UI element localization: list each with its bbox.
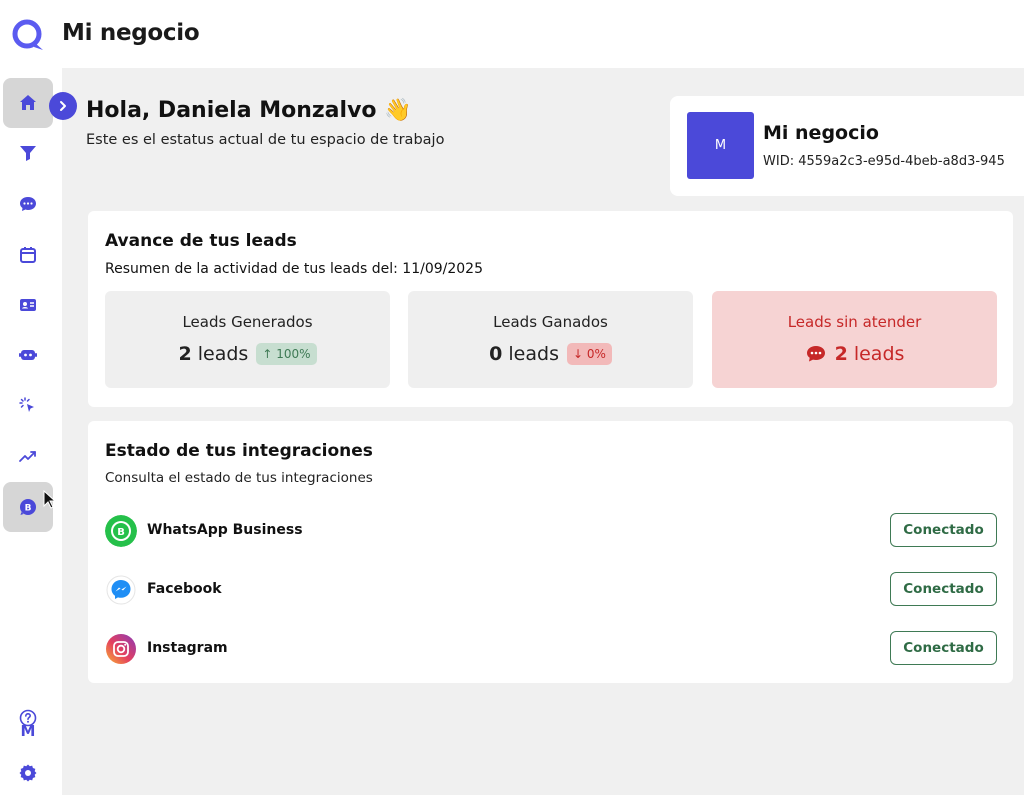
leads-card-title: Avance de tus leads [105, 231, 297, 251]
leads-progress-card: Avance de tus leads Resumen de la activi… [88, 211, 1013, 407]
greeting-title: Hola, Daniela Monzalvo 👋 [86, 98, 412, 123]
trend-icon [19, 451, 36, 462]
sidebar-item-automations[interactable] [3, 381, 53, 431]
click-icon [19, 397, 34, 412]
connected-button[interactable]: Conectado [890, 572, 997, 606]
integrations-card-title: Estado de tus integraciones [105, 441, 373, 461]
integration-name: Instagram [147, 640, 228, 656]
connected-button[interactable]: Conectado [890, 631, 997, 665]
trend-down-badge: ↓ 0% [566, 343, 612, 365]
trend-up-badge: ↑ 100% [256, 343, 317, 365]
bot-icon [19, 350, 37, 360]
integration-name: WhatsApp Business [147, 522, 303, 538]
top-bar: Mi negocio [0, 0, 1024, 68]
stat-leads-won: Leads Ganados 0 leads ↓ 0% [408, 291, 693, 388]
stat-label: Leads sin atender [787, 313, 922, 331]
business-wid: WID: 4559a2c3-e95d-4beb-a8d3-945 [763, 154, 1005, 169]
sidebar: B M [0, 68, 60, 795]
sidebar-expand-button[interactable] [49, 92, 77, 120]
integration-name: Facebook [147, 581, 222, 597]
sidebar-item-contacts[interactable] [3, 280, 53, 330]
sidebar-item-calendar[interactable] [3, 230, 53, 280]
leads-card-subtitle: Resumen de la actividad de tus leads del… [105, 261, 483, 277]
app-logo-icon[interactable] [10, 18, 46, 52]
integration-row-facebook: Facebook Conectado [105, 572, 997, 608]
stat-label: Leads Ganados [493, 313, 608, 331]
business-avatar: M [687, 112, 754, 179]
sidebar-item-home[interactable] [3, 78, 53, 128]
calendar-icon [20, 247, 36, 263]
mouse-cursor-icon [43, 490, 57, 509]
stat-leads-unattended[interactable]: Leads sin atender 2 leads [712, 291, 997, 388]
integration-row-instagram: Instagram Conectado [105, 631, 997, 667]
greeting-subtitle: Este es el estatus actual de tu espacio … [86, 132, 445, 148]
business-name: Mi negocio [763, 122, 879, 144]
instagram-icon [106, 634, 136, 664]
sidebar-item-settings[interactable] [3, 748, 53, 798]
connected-button[interactable]: Conectado [890, 513, 997, 547]
contact-card-icon [20, 299, 36, 311]
chat-icon [20, 197, 36, 211]
stat-value: 2 leads [178, 343, 249, 365]
sidebar-item-chats[interactable] [3, 179, 53, 229]
integrations-card-subtitle: Consulta el estado de tus integraciones [105, 470, 373, 486]
app-title: Mi negocio [62, 20, 200, 46]
chat-icon [806, 346, 825, 362]
integration-row-whatsapp: B WhatsApp Business Conectado [105, 513, 997, 549]
gear-icon [19, 764, 37, 782]
business-card: M Mi negocio WID: 4559a2c3-e95d-4beb-a8d… [670, 96, 1024, 196]
stat-value: 2 leads [834, 343, 905, 365]
help-icon [19, 709, 37, 727]
sidebar-item-help[interactable] [3, 693, 53, 743]
stat-value: 0 leads [489, 343, 559, 365]
sidebar-item-analytics[interactable] [3, 431, 53, 481]
whatsapp-business-icon: B [105, 515, 137, 547]
chevron-right-icon [60, 101, 66, 111]
funnel-icon [20, 146, 36, 161]
svg-text:B: B [117, 527, 125, 538]
main-content: Hola, Daniela Monzalvo 👋 Este es el esta… [62, 68, 1024, 795]
sidebar-item-bots[interactable] [3, 330, 53, 380]
home-icon [20, 95, 36, 110]
stat-label: Leads Generados [182, 313, 313, 331]
svg-text:B: B [25, 504, 32, 514]
messenger-icon [106, 575, 136, 605]
whatsapp-business-icon: B [20, 499, 36, 515]
sidebar-item-funnel[interactable] [3, 128, 53, 178]
stat-leads-generated: Leads Generados 2 leads ↑ 100% [105, 291, 390, 388]
integrations-card: Estado de tus integraciones Consulta el … [88, 421, 1013, 683]
